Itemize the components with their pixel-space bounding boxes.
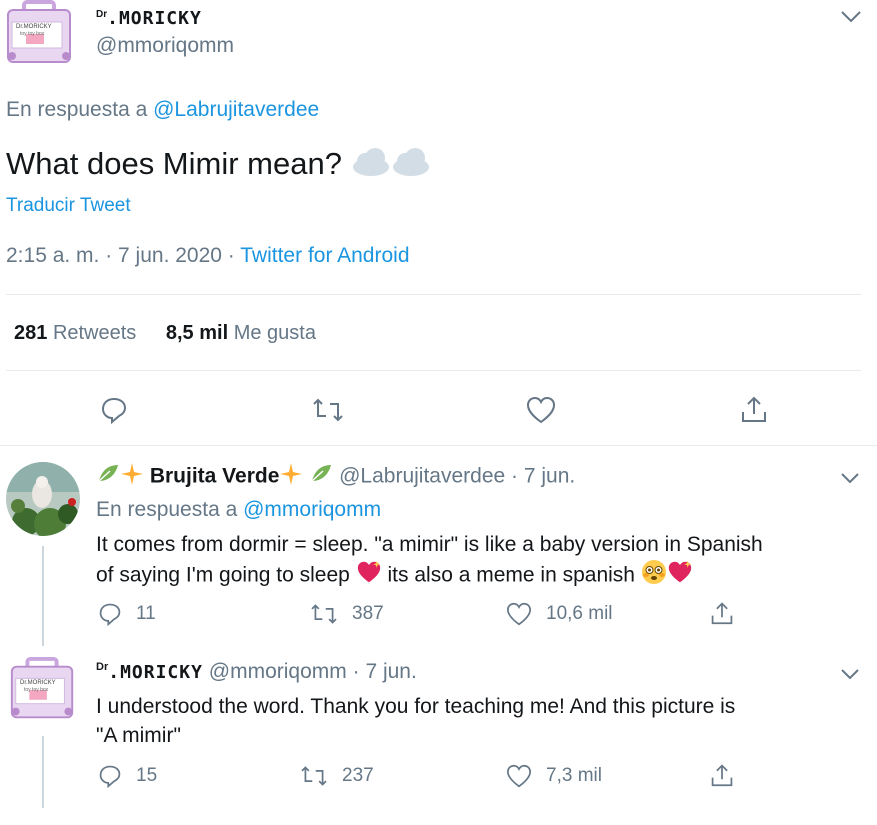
reply-author-handle[interactable]: @mmoriqomm <box>209 660 347 683</box>
reply-text-segment: its also a meme in spanish <box>387 563 635 587</box>
reply-icon <box>98 602 122 626</box>
reply-avatar[interactable]: Dr.MORICKY toy toy box <box>6 656 80 728</box>
retweet-action[interactable]: 237 <box>300 764 374 788</box>
reply-text: I understood the word. Thank you for tea… <box>96 692 735 750</box>
thread-line <box>42 736 44 808</box>
like-action[interactable]: 10,6 mil <box>506 602 613 626</box>
heart-icon <box>506 764 532 788</box>
reply-tweet[interactable]: Brujita Verde @Labrujitaverdee · 7 jun. … <box>0 446 877 646</box>
cloud-icon <box>351 145 391 187</box>
reply-count: 15 <box>136 765 158 786</box>
leaf-icon <box>309 463 333 491</box>
likes-label: Me gusta <box>233 322 316 344</box>
sparkle-icon <box>279 462 303 492</box>
thread-line <box>42 546 44 646</box>
leaf-icon <box>96 463 120 491</box>
tweet-meta: 2:15 a. m. · 7 jun. 2020 · Twitter for A… <box>6 244 410 268</box>
author-name-text: .MORICKY <box>108 662 203 683</box>
reply-author-name[interactable]: Dr.MORICKY <box>96 660 203 683</box>
tweet-source[interactable]: Twitter for Android <box>240 244 409 267</box>
avatar-label: Dr.MORICKY <box>16 24 52 30</box>
reply-text-line: I understood the word. Thank you for tea… <box>96 695 736 718</box>
reply-icon <box>98 764 122 788</box>
heart-icon <box>506 602 532 626</box>
likes-stat[interactable]: 8,5 mil Me gusta <box>166 322 316 344</box>
timestamp[interactable]: 2:15 a. m. · 7 jun. 2020 · <box>6 244 235 267</box>
share-icon[interactable] <box>740 394 768 424</box>
chevron-down-icon[interactable] <box>840 10 862 24</box>
share-icon[interactable] <box>710 762 734 788</box>
author-name-prefix: Dr <box>96 661 109 673</box>
reply-text-line: of saying I'm going to sleep its also a … <box>96 559 763 593</box>
main-avatar[interactable]: Dr.MORICKY toy toy box <box>2 0 78 72</box>
reply-author-handle[interactable]: @Labrujitaverdee <box>339 465 505 488</box>
avatar-label-sub: toy toy box <box>20 31 45 37</box>
cloud-icon <box>391 145 431 187</box>
reply-text-line: "A mimir" <box>96 724 181 747</box>
flushed-face-icon <box>641 559 667 593</box>
reply-text-line: It comes from dormir = sleep. "a mimir" … <box>96 533 763 556</box>
retweet-count: 387 <box>352 603 384 624</box>
sparkling-heart-icon <box>667 560 693 592</box>
reply-context: En respuesta a @mmoriqomm <box>96 498 381 522</box>
translate-link[interactable]: Traducir Tweet <box>6 195 131 217</box>
tweet-text: What does Mimir mean? <box>6 145 431 187</box>
reply-context: En respuesta a @Labrujitaverdee <box>6 98 319 122</box>
tweet-text-body: What does Mimir mean? <box>6 146 342 182</box>
reply-text: It comes from dormir = sleep. "a mimir" … <box>96 530 763 593</box>
tweet-stats: 281 Retweets 8,5 mil Me gusta <box>14 322 316 345</box>
author-name[interactable]: Dr.MORICKY <box>96 8 202 29</box>
reply-date[interactable]: · 7 jun. <box>353 660 417 683</box>
divider <box>6 294 861 295</box>
reply-tweet[interactable]: Dr.MORICKY toy toy box Dr.MORICKY @mmori… <box>0 646 877 825</box>
retweets-stat[interactable]: 281 Retweets <box>14 322 142 344</box>
like-count: 7,3 mil <box>546 765 602 786</box>
like-action[interactable]: 7,3 mil <box>506 764 602 788</box>
share-icon[interactable] <box>710 600 734 626</box>
avatar-label: Dr.MORICKY <box>20 680 56 686</box>
heart-icon[interactable] <box>526 396 556 424</box>
avatar-label-sub: toy toy box <box>24 687 49 693</box>
author-name-prefix: Dr <box>96 9 108 20</box>
retweet-icon <box>310 602 338 626</box>
reply-action[interactable]: 15 <box>98 764 157 788</box>
reply-avatar[interactable] <box>6 462 80 536</box>
reply-author-name[interactable]: Brujita Verde <box>150 465 280 488</box>
reply-count: 11 <box>136 603 156 624</box>
reply-action[interactable]: 11 <box>98 602 156 626</box>
chevron-down-icon[interactable] <box>840 668 860 680</box>
reply-icon[interactable] <box>100 396 128 424</box>
reply-prefix: En respuesta a <box>96 498 238 521</box>
reply-text-segment: of saying I'm going to sleep <box>96 563 350 587</box>
like-count: 10,6 mil <box>546 603 613 624</box>
reply-header: Brujita Verde @Labrujitaverdee · 7 jun. <box>96 462 575 492</box>
likes-count: 8,5 mil <box>165 322 229 344</box>
reply-to-link[interactable]: @mmoriqomm <box>243 498 381 521</box>
retweet-count: 237 <box>342 765 374 786</box>
retweets-count: 281 <box>14 322 48 344</box>
main-tweet: Dr.MORICKY toy toy box Dr.MORICKY @mmori… <box>0 0 877 446</box>
divider <box>6 370 861 371</box>
author-name-text: .MORICKY <box>107 8 202 29</box>
retweets-label: Retweets <box>52 322 137 344</box>
retweet-icon[interactable] <box>312 396 344 424</box>
sparkling-heart-icon <box>356 560 382 592</box>
reply-prefix: En respuesta a <box>6 98 148 121</box>
author-handle[interactable]: @mmoriqomm <box>96 34 234 58</box>
sparkle-icon <box>120 462 144 492</box>
retweet-icon <box>300 764 328 788</box>
reply-to-link[interactable]: @Labrujitaverdee <box>153 98 319 121</box>
reply-date[interactable]: · 7 jun. <box>511 465 575 488</box>
reply-header: Dr.MORICKY @mmoriqomm · 7 jun. <box>96 660 417 684</box>
chevron-down-icon[interactable] <box>840 472 860 484</box>
retweet-action[interactable]: 387 <box>310 602 384 626</box>
